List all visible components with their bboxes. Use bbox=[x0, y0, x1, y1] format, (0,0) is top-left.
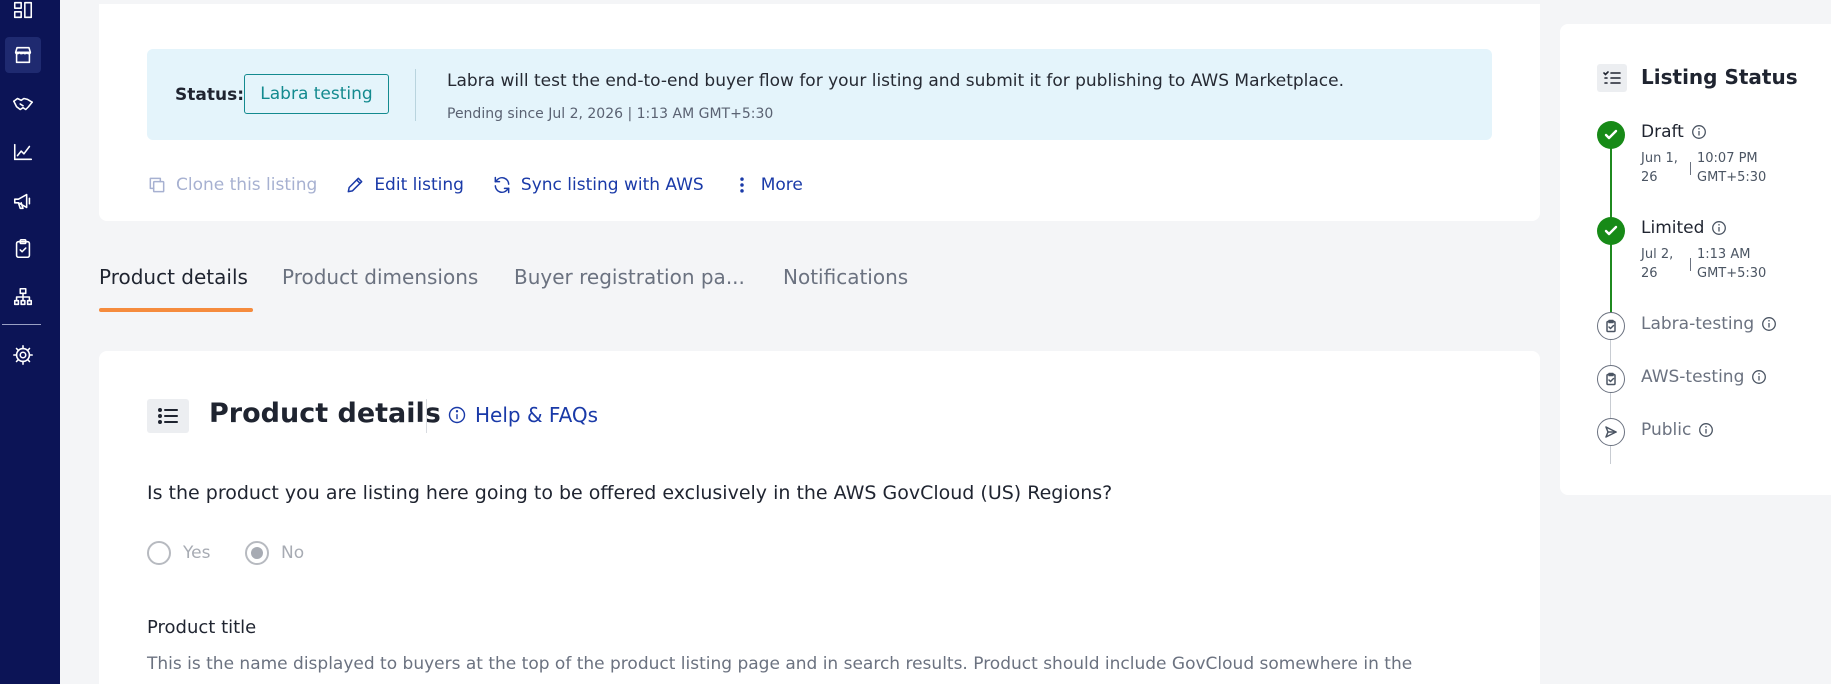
govcloud-question: Is the product you are listing here goin… bbox=[147, 482, 1113, 504]
step-aws-testing: AWS-testing bbox=[1641, 367, 1767, 387]
step-draft-label: Draft bbox=[1641, 122, 1684, 142]
step-draft-time-line1: 10:07 PM bbox=[1697, 151, 1758, 166]
sync-icon bbox=[494, 176, 510, 194]
sidebar-divider bbox=[2, 324, 41, 325]
edit-listing-label: Edit listing bbox=[374, 175, 464, 195]
info-icon[interactable] bbox=[1698, 422, 1714, 438]
status-message: Labra will test the end-to-end buyer flo… bbox=[447, 71, 1344, 91]
step-draft: Draft bbox=[1641, 122, 1707, 142]
step-limited-date-line1: Jul 2, bbox=[1641, 247, 1674, 262]
radio-circle-yes bbox=[147, 541, 171, 565]
listing-status-title: Listing Status bbox=[1641, 65, 1798, 89]
info-circle-icon bbox=[448, 406, 466, 424]
checklist-icon bbox=[1597, 64, 1627, 92]
step-labra-testing-clipboard-icon bbox=[1597, 312, 1625, 340]
tab-buyer-registration[interactable]: Buyer registration pa... bbox=[514, 265, 745, 289]
megaphone-icon[interactable] bbox=[5, 183, 41, 219]
step-draft-date-line2: 26 bbox=[1641, 170, 1658, 185]
step-aws-testing-clipboard-icon bbox=[1597, 365, 1625, 393]
listing-summary-card: Status: Labra testing Labra will test th… bbox=[99, 4, 1540, 221]
more-actions-button[interactable]: More bbox=[732, 175, 803, 195]
date-time-separator bbox=[1690, 258, 1691, 271]
step-limited-time-line2: GMT+5:30 bbox=[1697, 266, 1767, 281]
list-icon bbox=[147, 399, 189, 433]
step-limited-label: Limited bbox=[1641, 218, 1705, 238]
tab-product-dimensions[interactable]: Product dimensions bbox=[282, 265, 478, 289]
listing-actions: Clone this listing Edit listing Sync lis… bbox=[147, 170, 831, 200]
storefront-icon[interactable] bbox=[5, 37, 41, 73]
help-faqs-label: Help & FAQs bbox=[475, 403, 599, 427]
status-banner: Status: Labra testing Labra will test th… bbox=[147, 49, 1492, 140]
hierarchy-icon[interactable] bbox=[5, 279, 41, 315]
date-time-separator bbox=[1690, 162, 1691, 175]
status-divider bbox=[415, 69, 416, 121]
more-actions-label: More bbox=[760, 175, 803, 195]
section-divider bbox=[426, 399, 427, 433]
step-limited-time-line1: 1:13 AM bbox=[1697, 247, 1751, 262]
status-label: Status: bbox=[175, 85, 244, 105]
tab-product-details[interactable]: Product details bbox=[99, 265, 248, 289]
step-public: Public bbox=[1641, 420, 1714, 440]
clone-listing-button[interactable]: Clone this listing bbox=[147, 175, 317, 195]
dashboard-icon[interactable] bbox=[5, 0, 41, 28]
step-draft-date-line1: Jun 1, bbox=[1641, 151, 1678, 166]
step-draft-time-line2: GMT+5:30 bbox=[1697, 170, 1767, 185]
pencil-icon bbox=[347, 177, 363, 193]
sync-listing-button[interactable]: Sync listing with AWS bbox=[492, 175, 704, 195]
info-icon[interactable] bbox=[1761, 316, 1777, 332]
status-badge: Labra testing bbox=[244, 74, 389, 114]
copy-icon bbox=[149, 177, 165, 193]
step-draft-check-icon bbox=[1597, 121, 1625, 149]
radio-circle-no-selected bbox=[245, 541, 269, 565]
listing-status-panel: Listing Status Draft Jun 1, 26 10:07 PM … bbox=[1560, 24, 1831, 495]
step-limited-date-line2: 26 bbox=[1641, 266, 1658, 281]
active-tab-indicator bbox=[99, 308, 253, 312]
info-icon[interactable] bbox=[1691, 124, 1707, 140]
govcloud-no-label: No bbox=[281, 543, 305, 563]
govcloud-yes-radio[interactable]: Yes bbox=[147, 541, 210, 565]
step-public-label: Public bbox=[1641, 420, 1692, 440]
product-title-label: Product title bbox=[147, 617, 257, 638]
help-faqs-link[interactable]: Help & FAQs bbox=[447, 403, 598, 427]
handshake-icon[interactable] bbox=[5, 86, 41, 122]
product-title-help: This is the name displayed to buyers at … bbox=[147, 654, 1413, 674]
step-labra-testing-label: Labra-testing bbox=[1641, 314, 1755, 334]
info-icon[interactable] bbox=[1751, 369, 1767, 385]
step-limited-check-icon bbox=[1597, 217, 1625, 245]
edit-listing-button[interactable]: Edit listing bbox=[345, 175, 464, 195]
step-public-send-icon bbox=[1597, 418, 1625, 446]
step-limited: Limited bbox=[1641, 218, 1727, 238]
analytics-icon[interactable] bbox=[5, 134, 41, 170]
sidebar bbox=[0, 0, 60, 684]
clone-listing-label: Clone this listing bbox=[176, 175, 318, 195]
settings-gear-icon[interactable] bbox=[5, 337, 41, 373]
govcloud-yes-label: Yes bbox=[183, 543, 211, 563]
govcloud-no-radio[interactable]: No bbox=[245, 541, 304, 565]
vertical-dots-icon bbox=[739, 177, 744, 193]
info-icon[interactable] bbox=[1711, 220, 1727, 236]
clipboard-check-icon[interactable] bbox=[5, 231, 41, 267]
step-labra-testing: Labra-testing bbox=[1641, 314, 1777, 334]
sync-listing-label: Sync listing with AWS bbox=[520, 175, 704, 195]
tab-notifications[interactable]: Notifications bbox=[783, 265, 908, 289]
step-aws-testing-label: AWS-testing bbox=[1641, 367, 1745, 387]
status-pending-since: Pending since Jul 2, 2026 | 1:13 AM GMT+… bbox=[447, 106, 774, 122]
section-title: Product details bbox=[209, 398, 441, 429]
product-details-card: Product details Help & FAQs Is the produ… bbox=[99, 351, 1540, 684]
